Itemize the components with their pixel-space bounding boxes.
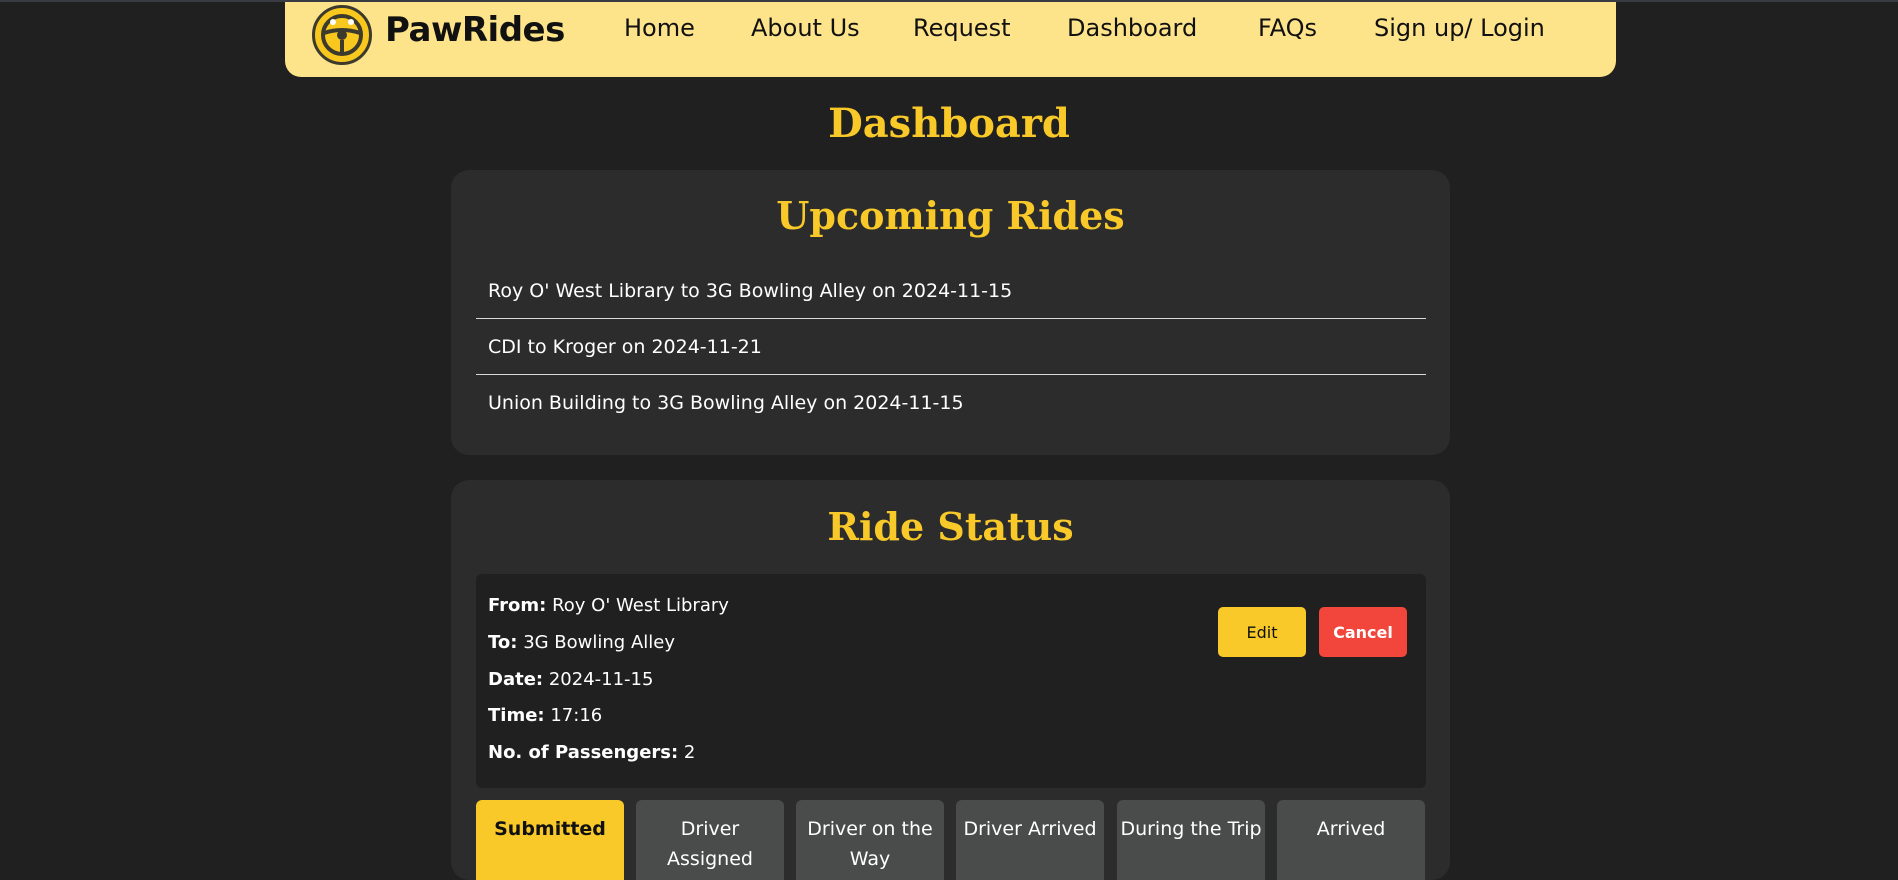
detail-date-label: Date: xyxy=(488,669,544,690)
nav-signup-login[interactable]: Sign up/ Login xyxy=(1374,14,1545,42)
detail-date-value: 2024-11-15 xyxy=(548,669,654,690)
detail-to-value: 3G Bowling Alley xyxy=(523,632,675,653)
detail-time-value: 17:16 xyxy=(550,705,603,726)
detail-passengers-value: 2 xyxy=(683,742,696,763)
step-submitted: Submitted xyxy=(476,800,624,880)
edit-button[interactable]: Edit xyxy=(1218,607,1306,657)
nav-faqs[interactable]: FAQs xyxy=(1258,14,1317,42)
detail-from-label: From: xyxy=(488,595,547,616)
step-driver-assigned: Driver Assigned xyxy=(636,800,784,880)
cancel-button[interactable]: Cancel xyxy=(1319,607,1407,657)
nav-home[interactable]: Home xyxy=(624,14,695,42)
detail-time: Time: 17:16 xyxy=(488,705,602,726)
ride-list-item[interactable]: Roy O' West Library to 3G Bowling Alley … xyxy=(476,263,1426,319)
detail-from: From: Roy O' West Library xyxy=(488,595,729,616)
detail-passengers: No. of Passengers: 2 xyxy=(488,742,695,763)
detail-to-label: To: xyxy=(488,632,518,653)
detail-time-label: Time: xyxy=(488,705,545,726)
nav-about-us[interactable]: About Us xyxy=(751,14,860,42)
step-driver-arrived: Driver Arrived xyxy=(956,800,1104,880)
detail-passengers-label: No. of Passengers: xyxy=(488,742,679,763)
detail-from-value: Roy O' West Library xyxy=(552,595,729,616)
ride-status-card: Ride Status From: Roy O' West Library To… xyxy=(451,480,1450,880)
step-during-the-trip: During the Trip xyxy=(1117,800,1265,880)
navbar: PawRides Home About Us Request Dashboard… xyxy=(285,2,1616,77)
upcoming-rides-card: Upcoming Rides Roy O' West Library to 3G… xyxy=(451,170,1450,455)
detail-to: To: 3G Bowling Alley xyxy=(488,632,675,653)
ride-details: From: Roy O' West Library To: 3G Bowling… xyxy=(476,574,1426,788)
nav-request[interactable]: Request xyxy=(913,14,1011,42)
ride-status-title: Ride Status xyxy=(827,504,1074,549)
page-title: Dashboard xyxy=(828,100,1070,147)
ride-list-item[interactable]: CDI to Kroger on 2024-11-21 xyxy=(476,319,1426,375)
step-arrived: Arrived xyxy=(1277,800,1425,880)
step-driver-on-the-way: Driver on the Way xyxy=(796,800,944,880)
brand-name[interactable]: PawRides xyxy=(385,10,565,50)
upcoming-rides-title: Upcoming Rides xyxy=(776,193,1125,238)
ride-list-item[interactable]: Union Building to 3G Bowling Alley on 20… xyxy=(476,375,1426,431)
logo-icon[interactable] xyxy=(312,5,372,65)
detail-date: Date: 2024-11-15 xyxy=(488,669,653,690)
nav-dashboard[interactable]: Dashboard xyxy=(1067,14,1197,42)
